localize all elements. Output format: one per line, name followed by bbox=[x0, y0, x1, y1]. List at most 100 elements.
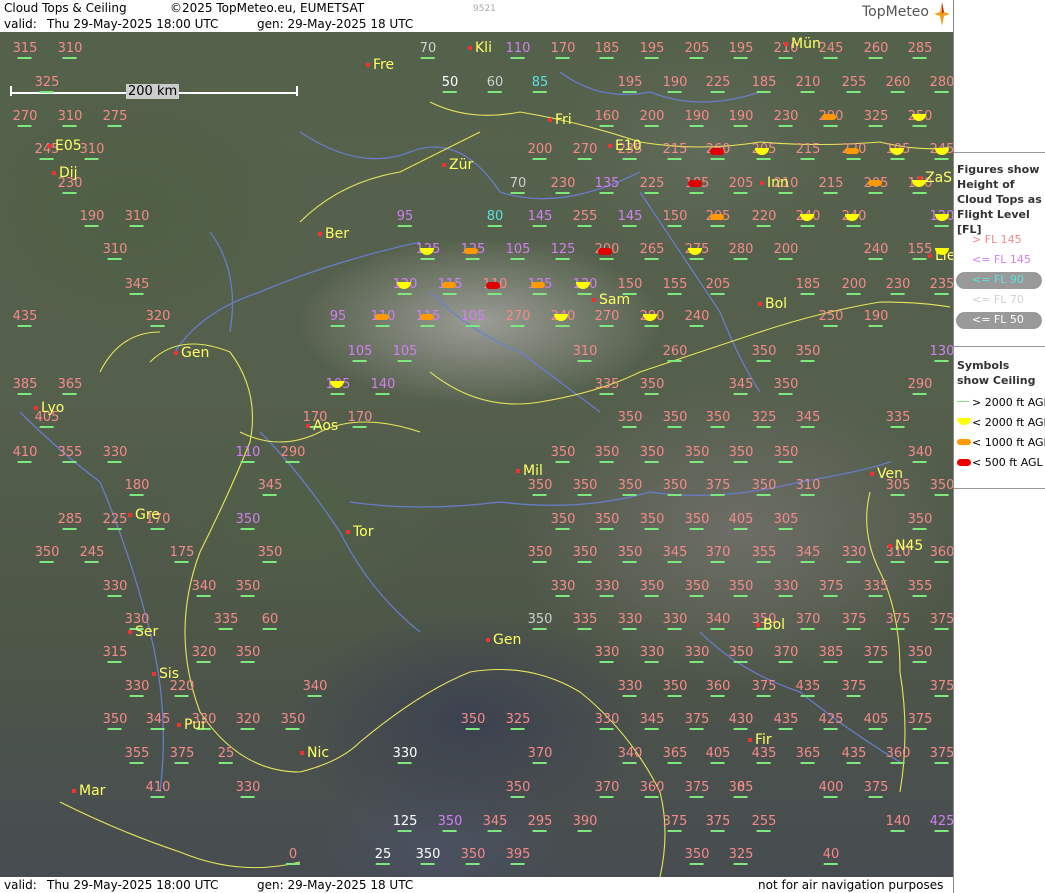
ceiling-line bbox=[710, 293, 725, 295]
ceiling-line bbox=[39, 91, 54, 93]
cloud-top-label: 310 bbox=[125, 210, 149, 227]
ceiling-line bbox=[622, 158, 637, 160]
ceiling-line bbox=[465, 325, 480, 327]
ceiling-line bbox=[532, 762, 547, 764]
ceiling-line bbox=[689, 325, 704, 327]
cloud-top-label: 350 bbox=[685, 513, 709, 530]
cloud-top-value: 310 bbox=[795, 478, 821, 493]
cloud-top-value: 130 bbox=[929, 344, 953, 359]
city-dot bbox=[346, 530, 350, 534]
cloud-top-label: 185 bbox=[752, 76, 776, 93]
cloud-top-value: 310 bbox=[102, 242, 128, 257]
ceiling-line bbox=[710, 561, 725, 563]
ceiling-line bbox=[890, 426, 905, 428]
cloud-top-value: 40 bbox=[822, 847, 840, 862]
ceiling-line bbox=[890, 762, 905, 764]
cloud-top-value: 360 bbox=[929, 545, 953, 560]
city-label: Sam bbox=[592, 292, 630, 308]
cloud-top-label: 350 bbox=[773, 377, 799, 395]
ceiling-line bbox=[622, 494, 637, 496]
cloud-top-label: 185 bbox=[795, 277, 821, 295]
ceiling-line bbox=[599, 796, 614, 798]
cloud-top-value: 230 bbox=[885, 277, 911, 292]
cloud-top-value: 270 bbox=[12, 109, 38, 124]
ceiling-line bbox=[555, 325, 570, 327]
cloud-top-value: 375 bbox=[863, 780, 889, 795]
ceiling-line bbox=[150, 528, 165, 530]
ceiling-line bbox=[599, 528, 614, 530]
cloud-top-value: 185 bbox=[795, 277, 821, 292]
cloud-top-label: 270 bbox=[595, 310, 619, 327]
cloud-top-label: 315 bbox=[103, 646, 127, 663]
city-dot bbox=[928, 254, 932, 258]
cloud-top-value: 235 bbox=[929, 277, 953, 292]
ceiling-line bbox=[532, 494, 547, 496]
city-name: Ser bbox=[135, 624, 159, 640]
cloud-top-value: 395 bbox=[505, 847, 531, 862]
ceiling-line bbox=[307, 695, 322, 697]
city-name: Ber bbox=[325, 226, 349, 242]
cloud-top-value: 435 bbox=[12, 309, 38, 324]
cloud-top-label: 270 bbox=[573, 143, 597, 160]
cloud-top-label: 340 bbox=[706, 613, 730, 630]
cloud-top-value: 330 bbox=[594, 579, 620, 594]
cloud-top-label: 330 bbox=[594, 579, 620, 597]
ceiling-line bbox=[689, 796, 704, 798]
cloud-top-label: 195 bbox=[729, 42, 753, 59]
cloud-top-label: 375 bbox=[930, 680, 953, 697]
city-label: Kli bbox=[468, 40, 492, 56]
legend-ceil-2000-line: > 2000 ft AGL bbox=[972, 396, 1045, 409]
cloud-top-label: 355 bbox=[58, 446, 82, 463]
cloud-top-label: 230 bbox=[885, 277, 911, 295]
city-dot bbox=[516, 469, 520, 473]
ceiling-line bbox=[174, 561, 189, 563]
cloud-top-value: 350 bbox=[751, 478, 777, 493]
cloud-top-value: 70 bbox=[419, 41, 437, 56]
cloud-top-value: 350 bbox=[773, 377, 799, 392]
cloud-top-value: 330 bbox=[102, 579, 128, 594]
cloud-top-value: 310 bbox=[572, 344, 598, 359]
cloud-top-label: 350 bbox=[751, 478, 777, 496]
cloud-top-value: 230 bbox=[773, 109, 799, 124]
legend-fl-gt145: > FL 145 bbox=[972, 233, 1022, 246]
ceiling-red-icon bbox=[957, 459, 971, 466]
ceiling-line bbox=[285, 461, 300, 463]
cloud-top-value: 355 bbox=[124, 746, 150, 761]
footer-valid-time: Thu 29-May-2025 18:00 UTC bbox=[47, 878, 219, 892]
ceiling-line bbox=[622, 561, 637, 563]
cloud-top-label: 360 bbox=[929, 545, 953, 563]
cloud-top-label: 350 bbox=[706, 411, 730, 428]
ceiling-line bbox=[846, 628, 861, 630]
ceiling-line bbox=[510, 258, 525, 260]
ceiling-line bbox=[107, 728, 122, 730]
cloud-top-label: 320 bbox=[236, 713, 260, 730]
cloud-top-label: 345 bbox=[640, 713, 664, 730]
cloud-top-value: 345 bbox=[124, 277, 150, 292]
cloud-top-value: 255 bbox=[841, 75, 867, 90]
cloud-top-value: 330 bbox=[392, 746, 418, 761]
cloud-top-label: 400 bbox=[819, 781, 843, 798]
city-name: Kli bbox=[475, 40, 492, 56]
cloud-top-label: 25 bbox=[375, 848, 391, 865]
cloud-top-label: 190 bbox=[80, 210, 104, 227]
cloud-top-label: 105 bbox=[393, 345, 417, 362]
cloud-top-value: 170 bbox=[550, 41, 576, 56]
ceiling-line bbox=[868, 325, 883, 327]
cloud-top-label: 350 bbox=[528, 613, 552, 630]
cloud-top-label: 200 bbox=[528, 143, 552, 160]
cloud-top-label: 350 bbox=[573, 479, 597, 496]
ceiling-line bbox=[733, 661, 748, 663]
city-name: Nic bbox=[307, 745, 330, 761]
cloud-top-value: 195 bbox=[639, 41, 665, 56]
ceiling-line bbox=[442, 91, 457, 93]
city-name: Gen bbox=[493, 632, 522, 648]
satellite-map[interactable]: 200 km 315 310 70 110 170 185 195 205 195 210 245 2… bbox=[0, 32, 953, 877]
cloud-top-label: 245 bbox=[819, 42, 843, 59]
city-dot bbox=[592, 298, 596, 302]
cloud-top-label: 345 bbox=[729, 378, 753, 395]
ceiling-line bbox=[420, 863, 435, 865]
ceiling-line bbox=[912, 661, 927, 663]
cloud-top-label: 350 bbox=[461, 713, 485, 730]
ceiling-line bbox=[868, 661, 883, 663]
cloud-top-value: 280 bbox=[728, 242, 754, 257]
